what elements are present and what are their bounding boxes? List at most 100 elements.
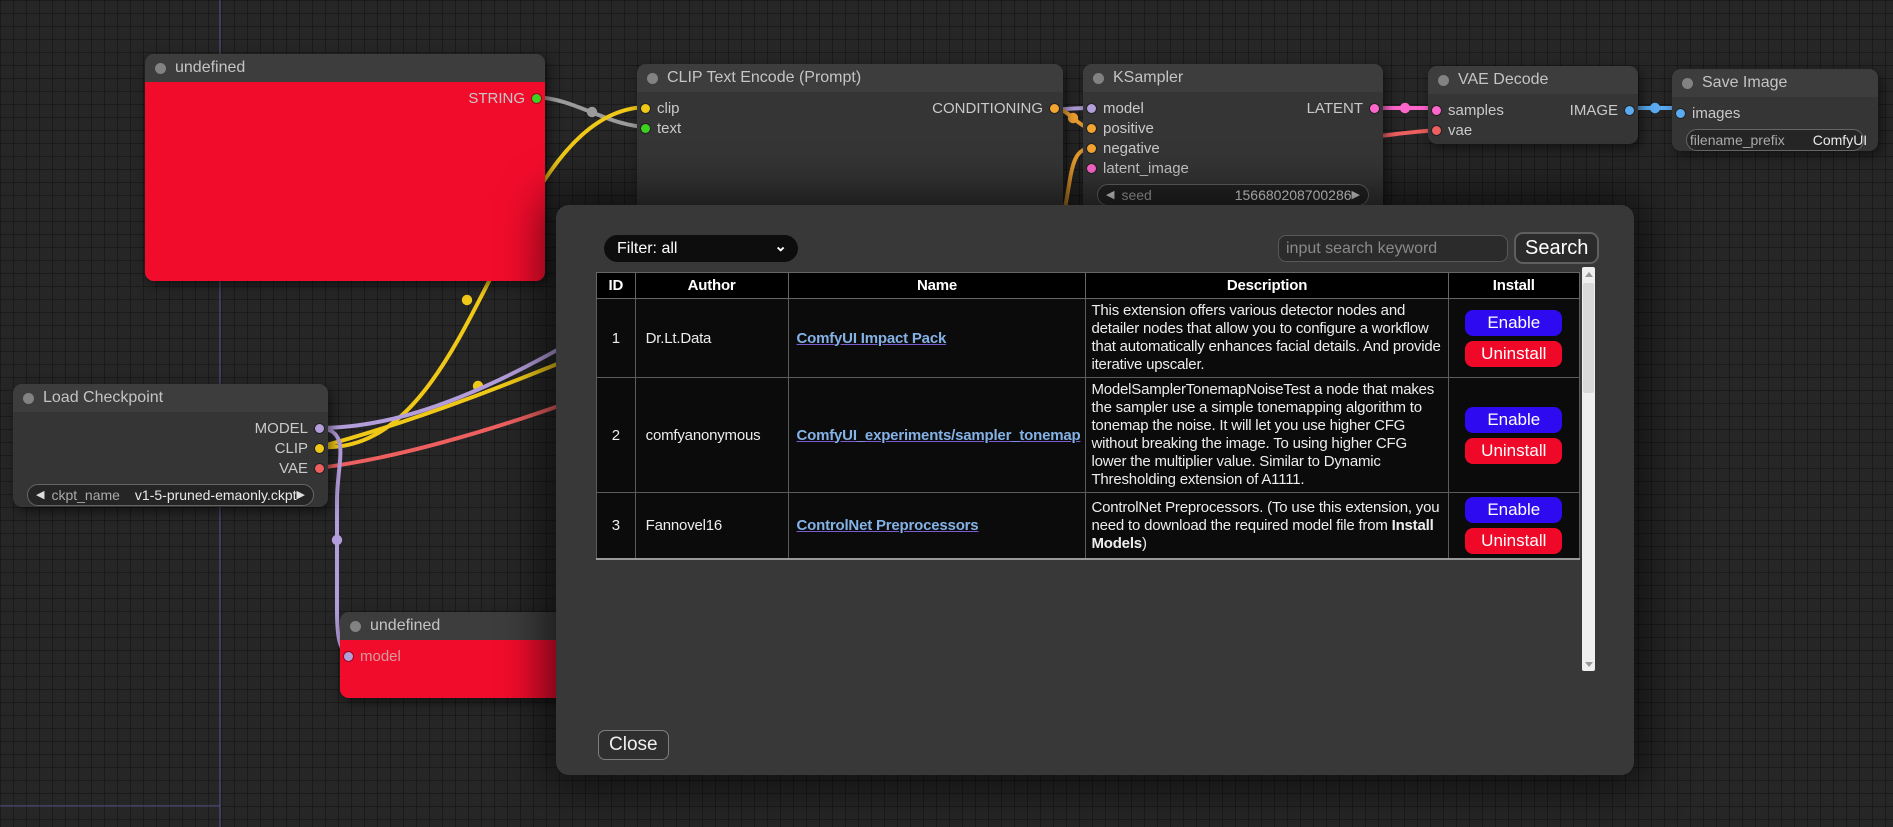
input-slot-dot-icon[interactable]	[641, 104, 650, 113]
close-button[interactable]: Close	[598, 730, 669, 760]
node-collapse-dot-icon[interactable]	[350, 621, 361, 632]
slot-row: latent_image	[1083, 158, 1383, 178]
node-collapse-dot-icon[interactable]	[23, 393, 34, 404]
input-slot-dot-icon[interactable]	[1432, 126, 1441, 135]
table-row: 2comfyanonymousComfyUI_experiments/sampl…	[597, 378, 1580, 493]
cond-link-midpoint-dot	[1068, 113, 1078, 123]
node-ksampler[interactable]: KSampler model LATENT positive negative laten…	[1083, 64, 1383, 214]
input-slot-label: clip	[657, 100, 680, 117]
node-title-bar[interactable]: Load Checkpoint	[13, 384, 328, 412]
node-collapse-dot-icon[interactable]	[647, 73, 658, 84]
uninstall-button[interactable]: Uninstall	[1465, 438, 1562, 464]
node-undefined-1[interactable]: undefined STRING	[145, 54, 545, 281]
input-slot-dot-icon[interactable]	[1087, 124, 1096, 133]
slot-row: text	[637, 118, 1063, 138]
scrollbar-thumb[interactable]	[1583, 283, 1594, 393]
node-title-bar[interactable]: Save Image	[1672, 69, 1878, 97]
node-save-image[interactable]: Save Image images filename_prefixComfyUI	[1672, 69, 1878, 151]
scroll-up-icon[interactable]	[1582, 267, 1595, 281]
input-slot-dot-icon[interactable]	[1087, 104, 1096, 113]
output-slot-label: MODEL	[255, 420, 308, 437]
IMAGE-output-slot[interactable]: IMAGE	[1570, 102, 1634, 119]
extension-link[interactable]: ComfyUI Impact Pack	[797, 330, 947, 347]
cell-author: Fannovel16	[635, 493, 788, 560]
search-input[interactable]	[1278, 235, 1508, 262]
input-slot-dot-icon[interactable]	[1676, 109, 1685, 118]
node-title-bar[interactable]: CLIP Text Encode (Prompt)	[637, 64, 1063, 92]
widget-left-arrow-icon[interactable]: ◀	[36, 490, 44, 501]
slot-row: clip CONDITIONING	[637, 98, 1063, 118]
node-body: STRING	[145, 82, 545, 281]
samples-input-slot[interactable]: samples	[1432, 102, 1504, 119]
output-slot-dot-icon[interactable]	[315, 464, 324, 473]
vae-input-slot[interactable]: vae	[1432, 122, 1472, 139]
output-slot-dot-icon[interactable]	[1625, 106, 1634, 115]
LATENT-output-slot[interactable]: LATENT	[1307, 100, 1379, 117]
comfyui-canvas[interactable]: undefined STRING CLIP Text Encode (Prompt)…	[0, 0, 1893, 827]
uninstall-button[interactable]: Uninstall	[1465, 528, 1562, 554]
enable-button[interactable]: Enable	[1465, 310, 1562, 336]
node-load-checkpoint[interactable]: Load Checkpoint MODEL CLIP VAE ◀ ckpt_name v1-…	[13, 384, 328, 507]
node-undefined-2[interactable]: undefined model	[340, 612, 565, 698]
column-header-author: Author	[635, 273, 788, 299]
node-collapse-dot-icon[interactable]	[155, 63, 166, 74]
input-slot-label: negative	[1103, 140, 1160, 157]
MODEL-output-slot[interactable]: MODEL	[255, 420, 324, 437]
output-slot-dot-icon[interactable]	[315, 424, 324, 433]
model-input-slot[interactable]: model	[344, 648, 401, 665]
output-slot-dot-icon[interactable]	[532, 94, 541, 103]
filter-select[interactable]: Filter: all	[604, 235, 798, 262]
node-collapse-dot-icon[interactable]	[1093, 73, 1104, 84]
STRING-output-slot[interactable]: STRING	[468, 90, 541, 107]
node-title-bar[interactable]: undefined	[340, 612, 565, 640]
node-vae-decode[interactable]: VAE Decode samples IMAGE vae	[1428, 66, 1638, 144]
node-collapse-dot-icon[interactable]	[1682, 78, 1693, 89]
clip-input-slot[interactable]: clip	[641, 100, 680, 117]
input-slot-dot-icon[interactable]	[344, 652, 353, 661]
ckpt_name-widget[interactable]: ◀ ckpt_name v1-5-pruned-emaonly.ckpt▶	[27, 484, 314, 506]
uninstall-button[interactable]: Uninstall	[1465, 341, 1562, 367]
seed-widget[interactable]: ◀seed156680208700286▶	[1097, 184, 1369, 206]
input-slot-label: model	[1103, 100, 1144, 117]
input-slot-label: vae	[1448, 122, 1472, 139]
input-slot-dot-icon[interactable]	[1087, 164, 1096, 173]
node-collapse-dot-icon[interactable]	[1438, 75, 1449, 86]
model-input-slot[interactable]: model	[1087, 100, 1144, 117]
output-slot-dot-icon[interactable]	[315, 444, 324, 453]
output-slot-dot-icon[interactable]	[1370, 104, 1379, 113]
filename_prefix-widget[interactable]: filename_prefixComfyUI	[1686, 129, 1864, 151]
CLIP-output-slot[interactable]: CLIP	[275, 440, 324, 457]
CONDITIONING-output-slot[interactable]: CONDITIONING	[932, 100, 1059, 117]
text-input-slot[interactable]: text	[641, 120, 681, 137]
node-body: clip CONDITIONING text	[637, 92, 1063, 214]
widget-left-arrow-icon[interactable]: ◀	[1106, 190, 1114, 201]
VAE-output-slot[interactable]: VAE	[279, 460, 324, 477]
node-title-bar[interactable]: VAE Decode	[1428, 66, 1638, 94]
extension-link[interactable]: ControlNet Preprocessors	[797, 517, 979, 534]
images-input-slot[interactable]: images	[1676, 105, 1740, 122]
slot-row: STRING	[145, 88, 545, 108]
positive-input-slot[interactable]: positive	[1087, 120, 1154, 137]
widget-right-arrow-icon[interactable]: ▶	[1352, 190, 1360, 201]
latent_image-input-slot[interactable]: latent_image	[1087, 160, 1189, 177]
node-body: samples IMAGE vae	[1428, 94, 1638, 144]
enable-button[interactable]: Enable	[1465, 497, 1562, 523]
widget-right-arrow-icon[interactable]: ▶	[297, 490, 305, 501]
input-slot-dot-icon[interactable]	[1087, 144, 1096, 153]
output-slot-dot-icon[interactable]	[1050, 104, 1059, 113]
search-button[interactable]: Search	[1514, 232, 1599, 264]
enable-button[interactable]: Enable	[1465, 407, 1562, 433]
input-slot-dot-icon[interactable]	[1432, 106, 1441, 115]
node-title-label: VAE Decode	[1458, 71, 1548, 89]
scroll-down-icon[interactable]	[1582, 657, 1595, 671]
widget-label: ckpt_name	[51, 487, 119, 503]
widget-value: v1-5-pruned-emaonly.ckpt	[135, 487, 297, 503]
negative-input-slot[interactable]: negative	[1087, 140, 1160, 157]
table-scrollbar[interactable]	[1582, 267, 1595, 671]
input-slot-dot-icon[interactable]	[641, 124, 650, 133]
extension-link[interactable]: ComfyUI_experiments/sampler_tonemap	[797, 427, 1081, 444]
node-clip-text-encode[interactable]: CLIP Text Encode (Prompt) clip CONDITIONIN…	[637, 64, 1063, 214]
node-title-bar[interactable]: KSampler	[1083, 64, 1383, 92]
node-slots: MODEL CLIP VAE	[13, 412, 328, 478]
node-title-bar[interactable]: undefined	[145, 54, 545, 82]
